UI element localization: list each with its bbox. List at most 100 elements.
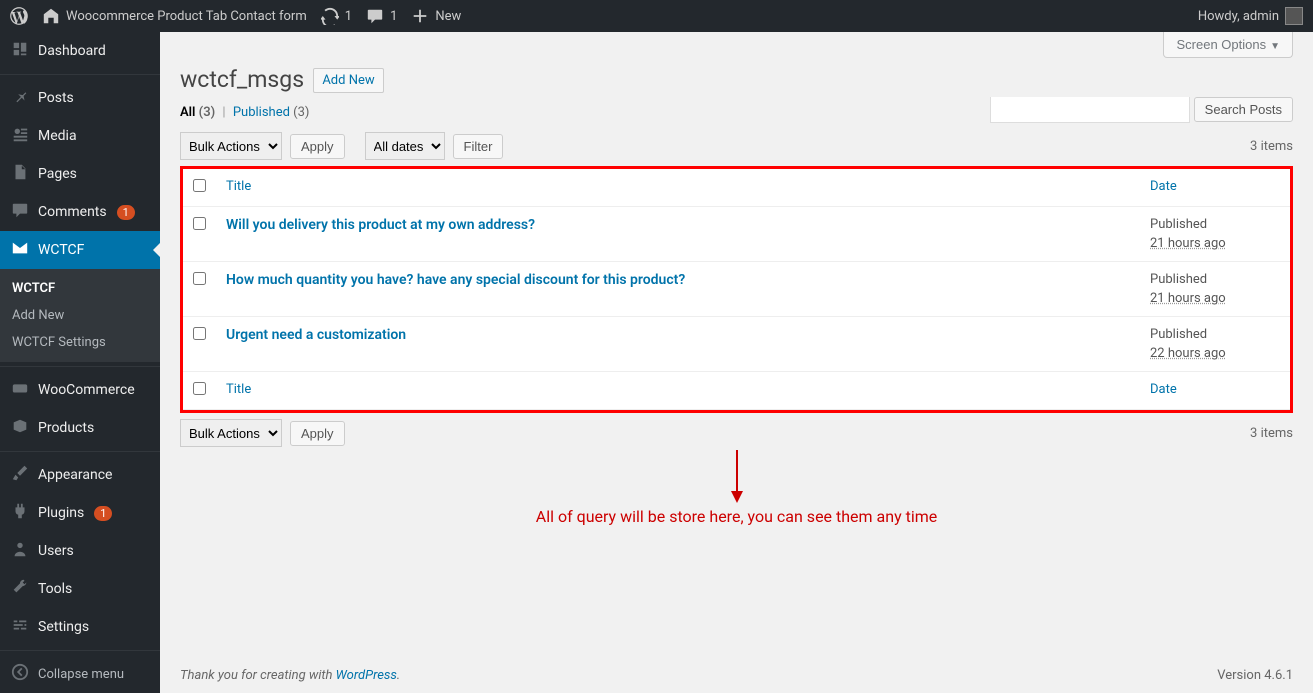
comment-icon bbox=[366, 7, 384, 25]
sidebar-item-plugins[interactable]: Plugins 1 bbox=[0, 494, 160, 532]
sidebar-item-wctcf[interactable]: WCTCF bbox=[0, 231, 160, 269]
sidebar-sub-settings[interactable]: WCTCF Settings bbox=[0, 329, 160, 356]
page-title: wctcf_msgs bbox=[180, 57, 304, 97]
row-checkbox[interactable] bbox=[193, 217, 206, 230]
admin-bar: Woocommerce Product Tab Contact form 1 1… bbox=[0, 0, 1313, 32]
row-status: Published bbox=[1150, 272, 1207, 287]
page-icon bbox=[11, 163, 29, 181]
apply-button-bottom[interactable]: Apply bbox=[290, 421, 345, 446]
new-link[interactable]: New bbox=[411, 7, 461, 25]
items-count-bottom: 3 items bbox=[1250, 426, 1293, 441]
howdy-text: Howdy, admin bbox=[1198, 9, 1279, 24]
select-all-footer bbox=[183, 372, 216, 410]
sidebar-item-tools[interactable]: Tools bbox=[0, 570, 160, 608]
refresh-icon bbox=[321, 7, 339, 25]
filter-button[interactable]: Filter bbox=[453, 134, 504, 159]
brush-icon bbox=[11, 464, 29, 482]
howdy-link[interactable]: Howdy, admin bbox=[1198, 7, 1303, 25]
wp-logo[interactable] bbox=[10, 7, 28, 25]
tablenav-bottom: Bulk Actions Apply 3 items bbox=[180, 419, 1293, 447]
sidebar-item-dashboard[interactable]: Dashboard bbox=[0, 32, 160, 70]
wrench-icon bbox=[11, 578, 29, 596]
row-title-link[interactable]: Will you delivery this product at my own… bbox=[226, 217, 535, 233]
sidebar-label: Media bbox=[38, 128, 77, 144]
wordpress-icon bbox=[10, 7, 28, 25]
search-input[interactable] bbox=[990, 97, 1190, 123]
footer-dot: . bbox=[397, 668, 400, 683]
sidebar-item-woocommerce[interactable]: WooCommerce bbox=[0, 371, 160, 409]
row-title-link[interactable]: Urgent need a customization bbox=[226, 327, 406, 343]
avatar bbox=[1285, 7, 1303, 25]
comments-count-badge: 1 bbox=[117, 205, 135, 220]
bulk-actions-select-top[interactable]: Bulk Actions bbox=[180, 132, 282, 160]
annotation-text: All of query will be store here, you can… bbox=[180, 507, 1293, 526]
select-all-header bbox=[183, 169, 216, 207]
row-status: Published bbox=[1150, 217, 1207, 232]
sidebar-item-posts[interactable]: Posts bbox=[0, 79, 160, 117]
date-column-footer[interactable]: Date bbox=[1140, 372, 1290, 410]
row-status: Published bbox=[1150, 327, 1207, 342]
sidebar-item-comments[interactable]: Comments 1 bbox=[0, 193, 160, 231]
plugins-count-badge: 1 bbox=[94, 506, 112, 521]
select-all-checkbox-top[interactable] bbox=[193, 179, 206, 192]
title-column-footer[interactable]: Title bbox=[216, 372, 1140, 410]
apply-button-top[interactable]: Apply bbox=[290, 134, 345, 159]
site-name: Woocommerce Product Tab Contact form bbox=[66, 9, 307, 24]
footer-wordpress-link[interactable]: WordPress bbox=[336, 668, 397, 683]
sliders-icon bbox=[11, 616, 29, 634]
sidebar-item-pages[interactable]: Pages bbox=[0, 155, 160, 193]
sidebar-item-products[interactable]: Products bbox=[0, 409, 160, 447]
screen-options-wrap: Screen Options▼ bbox=[1163, 32, 1293, 58]
comment-icon bbox=[11, 201, 29, 219]
admin-footer: Thank you for creating with WordPress. V… bbox=[180, 668, 1293, 683]
comments-link[interactable]: 1 bbox=[366, 7, 397, 25]
sidebar-label: WooCommerce bbox=[38, 382, 135, 398]
sidebar-item-media[interactable]: Media bbox=[0, 117, 160, 155]
plug-icon bbox=[11, 502, 29, 520]
woocommerce-icon bbox=[11, 379, 29, 397]
screen-options-button[interactable]: Screen Options▼ bbox=[1163, 32, 1293, 58]
sidebar-item-appearance[interactable]: Appearance bbox=[0, 456, 160, 494]
row-checkbox[interactable] bbox=[193, 272, 206, 285]
updates-link[interactable]: 1 bbox=[321, 7, 352, 25]
sidebar-label: Comments bbox=[38, 204, 107, 220]
posts-table: Title Date Will you delivery this produc… bbox=[183, 169, 1290, 410]
select-all-checkbox-bottom[interactable] bbox=[193, 382, 206, 395]
sidebar-item-users[interactable]: Users bbox=[0, 532, 160, 570]
sidebar-label: Appearance bbox=[38, 467, 112, 483]
search-button[interactable]: Search Posts bbox=[1194, 97, 1293, 122]
chevron-down-icon: ▼ bbox=[1270, 41, 1280, 52]
media-icon bbox=[11, 125, 29, 143]
sidebar-sub-addnew[interactable]: Add New bbox=[0, 302, 160, 329]
row-checkbox[interactable] bbox=[193, 327, 206, 340]
date-filter-select[interactable]: All dates bbox=[365, 132, 445, 160]
sidebar-item-settings[interactable]: Settings bbox=[0, 608, 160, 646]
table-row: Urgent need a customizationPublished22 h… bbox=[183, 317, 1290, 372]
row-time-ago: 21 hours ago bbox=[1150, 236, 1226, 251]
items-count-top: 3 items bbox=[1250, 139, 1293, 154]
sidebar-label: Pages bbox=[38, 166, 77, 182]
date-column-header[interactable]: Date bbox=[1140, 169, 1290, 207]
new-label: New bbox=[435, 9, 461, 24]
filter-all-link[interactable]: All (3) bbox=[180, 105, 215, 120]
title-column-header[interactable]: Title bbox=[216, 169, 1140, 207]
sidebar-collapse[interactable]: Collapse menu bbox=[0, 655, 160, 693]
row-title-link[interactable]: How much quantity you have? have any spe… bbox=[226, 272, 685, 288]
sidebar-sub-wctcf[interactable]: WCTCF bbox=[0, 275, 160, 302]
table-row: How much quantity you have? have any spe… bbox=[183, 262, 1290, 317]
footer-version: Version 4.6.1 bbox=[1217, 668, 1293, 683]
user-icon bbox=[11, 540, 29, 558]
site-home-link[interactable]: Woocommerce Product Tab Contact form bbox=[42, 7, 307, 25]
collapse-icon bbox=[11, 663, 29, 681]
sidebar-label: Settings bbox=[38, 619, 89, 635]
bulk-actions-select-bottom[interactable]: Bulk Actions bbox=[180, 419, 282, 447]
sidebar-label: Collapse menu bbox=[38, 667, 124, 682]
arrow-down-icon bbox=[722, 445, 752, 505]
sidebar-label: WCTCF bbox=[38, 242, 84, 258]
sidebar-label: Posts bbox=[38, 90, 74, 106]
list-table-highlight: Title Date Will you delivery this produc… bbox=[180, 166, 1293, 413]
sidebar-label: Plugins bbox=[38, 505, 84, 521]
adminbar-comment-count: 1 bbox=[390, 9, 397, 24]
add-new-button[interactable]: Add New bbox=[313, 68, 383, 93]
filter-published-link[interactable]: Published (3) bbox=[233, 105, 310, 120]
